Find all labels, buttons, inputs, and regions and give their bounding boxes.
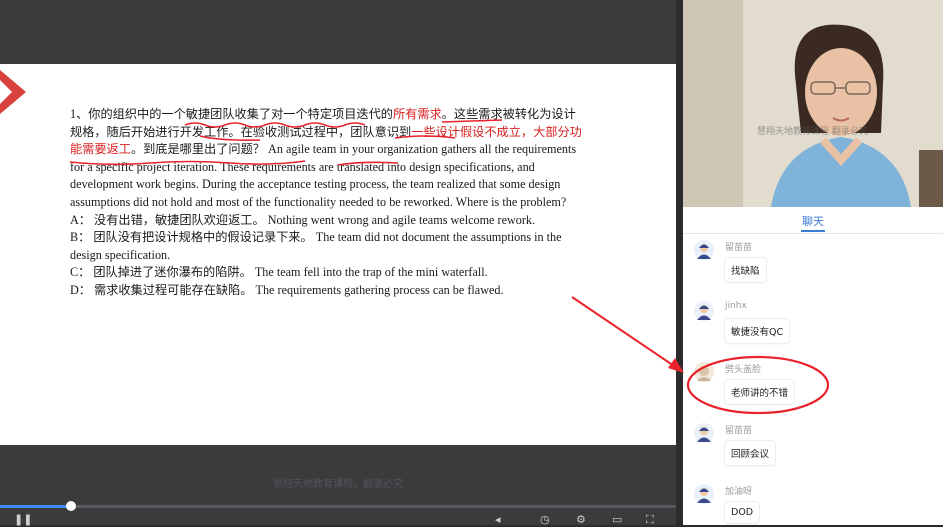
logo-icon [0, 70, 26, 114]
stem-highlight-1: 所有需求 [392, 107, 442, 121]
chat-list[interactable]: 留苗苗 找缺陷 jinhx 敏捷没有QC 劈头盖脸 老师讲的不错 留苗苗 回顾会… [683, 234, 943, 525]
teacher-video-image [683, 0, 943, 207]
chat-message: 劈头盖脸 老师讲的不错 [683, 356, 943, 416]
slide-content: 1、你的组织中的一个敏捷团队收集了对一个特定项目迭代的所有需求。这些需求被转化为… [0, 64, 676, 445]
chat-username: 留苗苗 [725, 243, 753, 253]
option-b: B： 团队没有把设计规格中的假设记录下来。 The team did not d… [70, 230, 562, 262]
player-controls-bar: 慧翔天地教育课程，翻录必究 ❚❚ ◂ ◷ ⚙ ▭ ⛶ [0, 445, 676, 526]
control-row: ❚❚ ◂ ◷ ⚙ ▭ ⛶ [0, 513, 676, 526]
tab-underline [801, 230, 825, 232]
progress-bar[interactable] [0, 505, 676, 508]
chat-bubble: 找缺陷 [725, 258, 766, 282]
chat-message: 留苗苗 回顾会议 [683, 417, 943, 477]
pip-icon[interactable]: ▭ [612, 513, 622, 526]
chat-username: 加油呀 [725, 487, 753, 497]
question-stem: 1、你的组织中的一个敏捷团队收集了对一个特定项目迭代的所有需求。这些需求被转化为… [70, 106, 585, 212]
stem-part-3: 。到底是哪里出了问题？ An agile team in your organi… [70, 142, 577, 209]
option-d: D： 需求收集过程可能存在缺陷。 The requirements gather… [70, 282, 504, 297]
side-panel: 慧翔天地教育课程 翻录必究 聊天 留苗苗 找缺陷 jinhx 敏捷没有QC 劈头… [683, 0, 943, 525]
chat-message: jinhx 敏捷没有QC [683, 295, 943, 355]
user-avatar-icon [694, 423, 714, 443]
stem-part-1: 1、你的组织中的一个敏捷团队收集了对一个特定项目迭代的 [70, 107, 393, 121]
video-watermark: 慧翔天地教育课程，翻录必究 [273, 479, 403, 490]
chat-message: 加油呀 DOD [683, 478, 943, 525]
user-avatar-icon [694, 484, 714, 504]
chat-bubble: 老师讲的不错 [725, 380, 795, 404]
chat-message: 留苗苗 找缺陷 [683, 234, 943, 294]
volume-icon[interactable]: ◂ [495, 513, 501, 526]
option-c: C： 团队掉进了迷你瀑布的陷阱。 The team fell into the … [70, 265, 488, 280]
chat-username: 留苗苗 [725, 426, 753, 436]
chat-bubble: DOD [725, 502, 760, 523]
settings-icon[interactable]: ⚙ [576, 513, 586, 526]
chat-bubble: 回顾会议 [725, 441, 776, 465]
chat-header: 聊天 [683, 207, 943, 234]
progress-fill [0, 505, 71, 508]
speed-icon[interactable]: ◷ [540, 513, 550, 526]
progress-handle[interactable] [66, 501, 76, 511]
user-avatar-icon [694, 240, 714, 260]
video-player[interactable]: 1、你的组织中的一个敏捷团队收集了对一个特定项目迭代的所有需求。这些需求被转化为… [0, 0, 676, 526]
question-text: 1、你的组织中的一个敏捷团队收集了对一个特定项目迭代的所有需求。这些需求被转化为… [70, 106, 585, 300]
chat-username: jinhx [725, 301, 747, 311]
photo-avatar-icon [694, 362, 714, 382]
pause-icon[interactable]: ❚❚ [14, 513, 32, 526]
player-top-bar [0, 0, 676, 64]
user-avatar-icon [694, 301, 714, 321]
option-a: A： 没有出错，敏捷团队欢迎返工。 Nothing went wrong and… [70, 212, 536, 227]
chat-bubble: 敏捷没有QC [725, 319, 790, 343]
tab-chat[interactable]: 聊天 [683, 213, 943, 229]
chat-username: 劈头盖脸 [725, 365, 762, 375]
teacher-camera: 慧翔天地教育课程 翻录必究 [683, 0, 943, 207]
camera-watermark: 慧翔天地教育课程 翻录必究 [757, 127, 868, 137]
